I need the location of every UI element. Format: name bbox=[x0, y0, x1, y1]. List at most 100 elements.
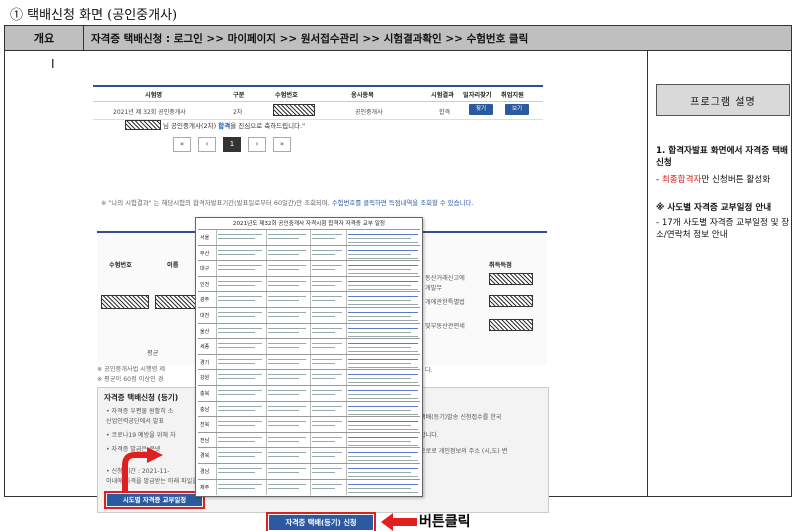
popup-region-label: 세종 bbox=[200, 344, 210, 351]
col-examno: 수험번호 bbox=[275, 92, 298, 99]
popup-cell-divider bbox=[346, 245, 347, 262]
popup-text-line bbox=[218, 358, 262, 360]
popup-text-line bbox=[218, 436, 262, 438]
last-page-button[interactable]: » bbox=[273, 137, 291, 152]
popup-row: 경남 bbox=[198, 463, 420, 480]
right-frag-3: 으로로 개인정보의 주소 (시,도) 변 bbox=[420, 448, 508, 455]
popup-text-line bbox=[268, 440, 299, 442]
prev-page-button[interactable]: ‹ bbox=[198, 137, 216, 152]
popup-text-line bbox=[218, 265, 262, 267]
popup-text-line bbox=[348, 358, 418, 360]
popup-text-line bbox=[218, 300, 255, 302]
col-part: 구분 bbox=[233, 92, 245, 99]
popup-cell-divider bbox=[216, 417, 217, 433]
popup-text-line bbox=[268, 296, 306, 298]
popup-cell-divider bbox=[310, 308, 311, 324]
popup-row: 대전 bbox=[198, 307, 420, 324]
popup-cell-divider bbox=[216, 479, 217, 496]
popup-text-line bbox=[218, 280, 262, 282]
popup-cell-divider bbox=[266, 276, 267, 293]
score-frag-2: 개발무 bbox=[425, 285, 443, 292]
overview-frame: 개요 자격증 택배신청 : 로그인 >> 마이페이지 >> 원서접수관리 >> … bbox=[4, 25, 794, 531]
popup-text-line bbox=[348, 390, 418, 391]
popup-cell-divider bbox=[346, 354, 347, 371]
result-row: 2021년 제 32회 공인중개사 2차 공인중개사 합격 찾기 보기 bbox=[93, 101, 543, 120]
popup-cell-divider bbox=[346, 308, 347, 324]
find-job-button[interactable]: 찾기 bbox=[469, 104, 493, 115]
delivery-apply-button[interactable]: 자격증 택배(등기) 신청 bbox=[266, 512, 376, 531]
popup-text-line bbox=[218, 456, 255, 458]
popup-text-line bbox=[348, 362, 411, 364]
right-frag-1: 택배(등기)발송 신청접수를 한국 bbox=[420, 414, 502, 421]
popup-cell-divider bbox=[310, 354, 311, 371]
popup-text-line bbox=[218, 440, 255, 442]
popup-text-line bbox=[348, 304, 418, 306]
popup-text-line bbox=[218, 390, 262, 391]
popup-text-line bbox=[218, 249, 262, 251]
popup-cell-divider bbox=[346, 448, 347, 464]
popup-text-line bbox=[268, 316, 299, 317]
popup-text-line bbox=[348, 242, 418, 243]
popup-cell-divider bbox=[346, 276, 347, 293]
popup-text-line bbox=[218, 269, 255, 271]
popup-text-line bbox=[312, 265, 342, 267]
notice-link[interactable]: 수험번호를 클릭하면 득점내역을 조회할 수 있습니다. bbox=[332, 199, 474, 207]
congrats-prefix: 님 공인중개사(2차) bbox=[163, 122, 217, 130]
popup-text-line bbox=[348, 444, 418, 446]
popup-text-line bbox=[312, 390, 342, 391]
popup-cell-divider bbox=[266, 370, 267, 386]
col-support: 취업지원 bbox=[501, 92, 524, 99]
popup-cell-divider bbox=[216, 230, 217, 246]
popup-cell-divider bbox=[310, 261, 311, 277]
popup-text-line bbox=[348, 378, 411, 380]
popup-region-label: 경기 bbox=[200, 359, 210, 366]
popup-cell-divider bbox=[216, 292, 217, 308]
popup-cell-divider bbox=[266, 417, 267, 433]
popup-text-line bbox=[218, 312, 262, 313]
popup-text-line bbox=[268, 300, 299, 302]
popup-text-line bbox=[348, 421, 418, 423]
col-result: 시험결과 bbox=[431, 92, 454, 99]
score-col-examno: 수험번호 bbox=[109, 262, 132, 269]
popup-text-line bbox=[218, 409, 255, 411]
col-jobs: 일자리찾기 bbox=[463, 92, 492, 99]
popup-cell-divider bbox=[266, 292, 267, 308]
popup-text-line bbox=[348, 238, 411, 239]
popup-text-line bbox=[312, 347, 335, 349]
masked-exam-number[interactable] bbox=[273, 104, 315, 116]
popup-text-line bbox=[312, 269, 335, 271]
popup-cell-divider bbox=[266, 308, 267, 324]
popup-cell-divider bbox=[266, 386, 267, 402]
overview-header: 개요 자격증 택배신청 : 로그인 >> 마이페이지 >> 원서접수관리 >> … bbox=[5, 26, 791, 51]
popup-text-line bbox=[348, 288, 418, 290]
popup-text-line bbox=[348, 405, 418, 407]
popup-text-line bbox=[268, 331, 299, 333]
popup-text-line bbox=[348, 249, 418, 251]
masked-bonus-2 bbox=[489, 295, 533, 307]
bullet-1b: 산업인력공단에서 발표 bbox=[106, 418, 164, 425]
popup-text-line bbox=[348, 394, 411, 395]
popup-text-line bbox=[312, 249, 342, 251]
popup-region-label: 경남 bbox=[200, 469, 210, 475]
popup-text-line bbox=[348, 398, 418, 399]
overview-label: 개요 bbox=[5, 26, 84, 50]
next-page-button[interactable]: › bbox=[248, 137, 266, 152]
popup-text-line bbox=[348, 280, 418, 282]
item1-sub: - 최종합격자만 신청버튼 활성화 bbox=[656, 174, 794, 186]
popup-cell-divider bbox=[310, 401, 311, 418]
popup-text-line bbox=[348, 413, 418, 415]
popup-text-line bbox=[218, 378, 255, 380]
popup-text-line bbox=[348, 335, 418, 337]
popup-text-line bbox=[312, 436, 342, 438]
popup-text-line bbox=[312, 284, 335, 286]
popup-text-line bbox=[268, 456, 299, 458]
popup-text-line bbox=[348, 487, 411, 489]
page-1-button[interactable]: 1 bbox=[223, 137, 241, 152]
popup-cell-divider bbox=[266, 448, 267, 464]
support-view-button[interactable]: 보기 bbox=[505, 104, 529, 115]
item1-sub-red: 최종합격자 bbox=[661, 175, 702, 185]
item2-title: ※ 사도별 자격증 교부일정 안내 bbox=[656, 203, 772, 213]
first-page-button[interactable]: « bbox=[173, 137, 191, 152]
popup-text-line bbox=[218, 394, 255, 395]
popup-cell-divider bbox=[216, 339, 217, 355]
